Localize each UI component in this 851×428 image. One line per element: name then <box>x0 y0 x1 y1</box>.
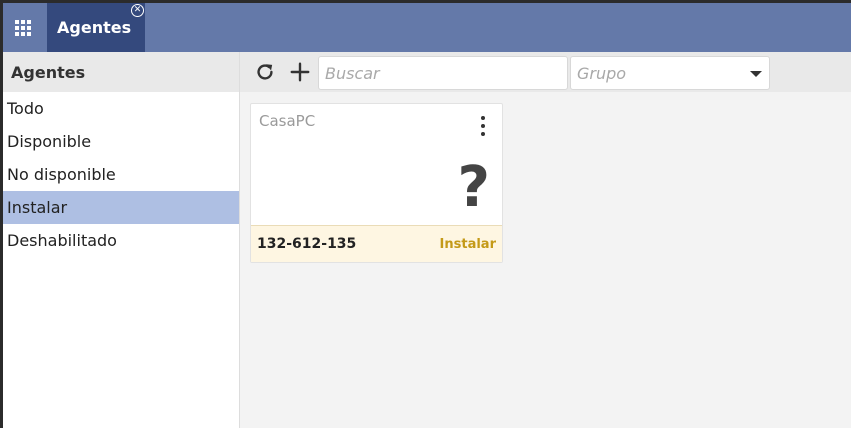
sidebar-item-instalar[interactable]: Instalar <box>3 191 239 224</box>
refresh-icon <box>257 64 273 80</box>
install-link[interactable]: Instalar <box>440 237 496 252</box>
tab-label: Agentes <box>57 18 132 37</box>
sidebar-item-disponible[interactable]: Disponible <box>3 125 239 158</box>
sidebar-item-deshabilitado[interactable]: Deshabilitado <box>3 224 239 257</box>
sidebar-header: Agentes <box>3 52 239 92</box>
group-select[interactable]: Grupo <box>570 56 770 90</box>
group-select-placeholder: Grupo <box>577 63 627 83</box>
more-options-icon[interactable] <box>478 116 488 136</box>
agent-card-footer: 132-612-135 Instalar <box>251 225 502 262</box>
agent-name: CasaPC <box>259 112 316 130</box>
question-icon: ? <box>457 155 490 220</box>
top-bar: Agentes ✕ <box>3 3 851 52</box>
apps-grid-icon <box>15 19 31 36</box>
search-input[interactable] <box>318 56 568 90</box>
sidebar-item-no-disponible[interactable]: No disponible <box>3 158 239 191</box>
tab-agentes[interactable]: Agentes ✕ <box>47 3 145 52</box>
refresh-button[interactable] <box>252 59 278 85</box>
app-window: Agentes ✕ Agentes Todo Disponible No dis… <box>3 3 851 428</box>
toolbar: Grupo <box>240 52 851 92</box>
add-button[interactable] <box>287 59 313 85</box>
apps-menu-button[interactable] <box>3 3 43 52</box>
agents-grid: CasaPC ? 132-612-135 Instalar <box>240 92 851 428</box>
plus-icon <box>290 62 310 82</box>
close-icon[interactable]: ✕ <box>131 4 144 17</box>
sidebar: Agentes Todo Disponible No disponible In… <box>3 52 240 428</box>
agent-id: 132-612-135 <box>257 236 357 252</box>
agent-card[interactable]: CasaPC ? 132-612-135 Instalar <box>250 103 503 263</box>
chevron-down-icon <box>750 71 762 77</box>
sidebar-item-todo[interactable]: Todo <box>3 92 239 125</box>
